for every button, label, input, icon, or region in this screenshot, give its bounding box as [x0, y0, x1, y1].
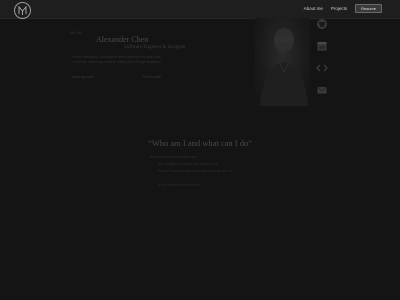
logo-monogram-icon — [18, 5, 27, 15]
github-icon[interactable] — [316, 17, 328, 29]
about-text-1: My background, skills and experience. — [158, 162, 219, 166]
hero-kicker: Hi, I'm — [70, 30, 82, 35]
nav-link-projects[interactable]: Projects — [331, 6, 347, 11]
nav-link-about[interactable]: About me — [304, 6, 323, 11]
resume-button[interactable]: Resume — [355, 4, 382, 13]
nav-menu: About me Projects Resume — [304, 4, 382, 13]
top-navbar: About me Projects Resume — [0, 0, 400, 19]
hero-description-2: Currently exploring creative coding and … — [72, 60, 162, 64]
about-subtitle: A short introduction about me — [150, 155, 197, 159]
about-text-2: What I'm passionate about and what drive… — [158, 169, 234, 173]
portrait-silhouette-icon — [260, 28, 308, 106]
about-heading: “Who am I and what can I do” — [147, 138, 253, 148]
site-logo[interactable] — [14, 2, 31, 19]
hero-description-1: I build thoughtful, accessible web exper… — [72, 55, 162, 59]
about-text-3: Scroll down to learn more. — [158, 183, 200, 187]
code-icon[interactable] — [316, 61, 328, 73]
profile-photo — [255, 18, 310, 106]
calendar-icon[interactable] — [316, 39, 328, 51]
view-work-link[interactable]: View my work — [72, 75, 94, 79]
about-section: “Who am I and what can I do” A short int… — [0, 138, 400, 187]
contact-link[interactable]: Get in touch — [142, 75, 161, 79]
mail-icon[interactable] — [316, 83, 328, 95]
hero-role: Software Engineer & Designer — [124, 45, 186, 50]
hero-name: Alexander Chen — [96, 35, 149, 44]
